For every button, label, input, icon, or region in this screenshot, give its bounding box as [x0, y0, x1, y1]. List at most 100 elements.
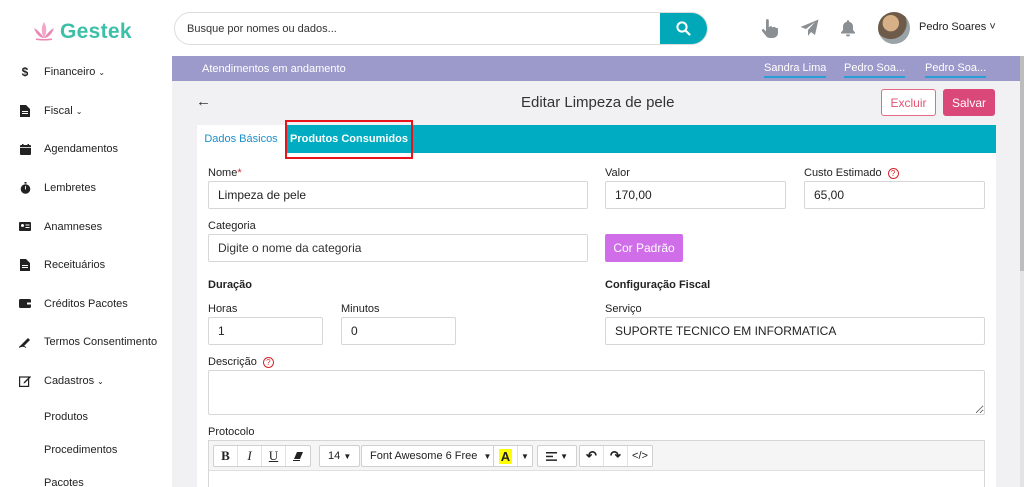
minutos-label: Minutos — [341, 303, 380, 315]
tab-dados-basicos[interactable]: Dados Básicos — [197, 125, 285, 153]
tab-produtos-consumidos[interactable]: Produtos Consumidos — [285, 125, 413, 153]
sidebar-subitem-procedimentos[interactable]: Procedimentos — [0, 433, 172, 466]
sidebar-item-label: Créditos Pacotes — [44, 297, 128, 310]
brand-logo[interactable]: Gestek — [30, 14, 132, 50]
undo-button[interactable]: ↶ — [580, 446, 604, 466]
page-scrollbar[interactable] — [1020, 56, 1024, 487]
font-family-dropdown[interactable]: Font Awesome 6 Free ▼ — [361, 445, 501, 467]
sidebar-item-fiscal[interactable]: Fiscal ⌄ — [0, 92, 172, 131]
bell-icon[interactable] — [838, 18, 858, 38]
brand-name: Gestek — [60, 20, 132, 43]
document-icon — [19, 104, 31, 117]
id-card-icon — [19, 221, 31, 233]
paragraph-dropdown[interactable]: ▼ — [537, 445, 577, 467]
redo-button[interactable]: ↷ — [604, 446, 628, 466]
hand-pointer-icon[interactable] — [759, 18, 779, 38]
eraser-button[interactable] — [286, 446, 310, 466]
custo-estimado-input[interactable] — [804, 181, 985, 209]
back-arrow-icon[interactable]: ← — [196, 93, 211, 110]
sidebar-item-receituarios[interactable]: Receituários — [0, 246, 172, 285]
sidebar-item-financeiro[interactable]: $ Financeiro ⌄ — [0, 53, 172, 92]
cor-padrao-button[interactable]: Cor Padrão — [605, 234, 683, 262]
history-group: ↶ ↷ </> — [579, 445, 653, 467]
search-button[interactable] — [660, 13, 707, 44]
custo-estimado-label: Custo Estimado? — [804, 167, 899, 179]
align-left-icon — [546, 451, 557, 461]
caret-down-icon: ▼ — [560, 451, 568, 461]
servico-label: Serviço — [605, 303, 642, 315]
horas-input[interactable] — [208, 317, 323, 345]
protocolo-editor[interactable]: B I U 14 ▼ Font Awesome 6 Free ▼ A ▼ ▼ ↶… — [208, 440, 985, 487]
appointment-tag[interactable]: Pedro Soa... — [844, 62, 906, 78]
search-box — [174, 12, 708, 45]
help-icon[interactable]: ? — [887, 167, 899, 179]
code-view-button[interactable]: </> — [628, 446, 652, 466]
nome-input[interactable] — [208, 181, 588, 209]
delete-button[interactable]: Excluir — [881, 89, 936, 116]
sidebar-subitem-label: Produtos — [44, 410, 89, 423]
minutos-input[interactable] — [341, 317, 456, 345]
nome-label: Nome* — [208, 167, 242, 179]
font-size-dropdown[interactable]: 14 ▼ — [319, 445, 361, 467]
sidebar-subitem-produtos[interactable]: Produtos — [0, 400, 172, 433]
ongoing-appointments-title: Atendimentos em andamento — [202, 63, 346, 75]
search-input[interactable] — [187, 13, 657, 44]
valor-input[interactable] — [605, 181, 786, 209]
form-card: Dados Básicos Produtos Consumidos — [197, 125, 996, 487]
categoria-input[interactable] — [208, 234, 588, 262]
sidebar-item-label: Lembretes — [44, 182, 96, 195]
help-icon[interactable]: ? — [262, 356, 274, 368]
ongoing-appointments-bar: Atendimentos em andamento Sandra Lima Pe… — [172, 56, 1020, 81]
text-color-button[interactable]: A — [494, 446, 518, 466]
editor-toolbar: B I U 14 ▼ Font Awesome 6 Free ▼ A ▼ ▼ ↶… — [209, 441, 984, 471]
appointment-tag[interactable]: Pedro Soa... — [925, 62, 987, 78]
sidebar-item-cadastros[interactable]: Cadastros ⌄ — [0, 362, 172, 401]
sidebar-item-lembretes[interactable]: Lembretes — [0, 169, 172, 208]
italic-button[interactable]: I — [238, 446, 262, 466]
wallet-icon — [19, 298, 31, 310]
sidebar-item-anamneses[interactable]: Anamneses — [0, 207, 172, 246]
page-title: Editar Limpeza de pele — [521, 94, 675, 111]
file-icon — [19, 259, 31, 272]
paper-plane-icon[interactable] — [799, 18, 819, 38]
bold-button[interactable]: B — [214, 446, 238, 466]
signature-icon — [19, 336, 31, 348]
caret-down-icon: ▼ — [343, 451, 352, 461]
underline-button[interactable]: U — [262, 446, 286, 466]
stopwatch-icon — [19, 182, 31, 194]
text-color-dropdown[interactable]: ▼ — [518, 446, 532, 466]
save-button[interactable]: Salvar — [943, 89, 995, 116]
font-family-value: Font Awesome 6 Free — [370, 450, 478, 462]
horas-label: Horas — [208, 303, 238, 315]
descricao-textarea[interactable] — [208, 370, 985, 415]
chevron-down-icon: ⌄ — [75, 106, 83, 116]
sidebar-subitem-pacotes[interactable]: Pacotes — [0, 466, 172, 487]
appointment-tag[interactable]: Sandra Lima — [764, 62, 827, 78]
redo-icon: ↷ — [610, 448, 621, 463]
user-avatar[interactable] — [878, 12, 910, 44]
sidebar: Gestek $ Financeiro ⌄ Fiscal ⌄ Agendamento… — [0, 0, 172, 487]
configuracao-fiscal-heading: Configuração Fiscal — [605, 279, 711, 291]
search-icon — [676, 21, 691, 36]
sidebar-item-label: Receituários — [44, 259, 106, 272]
sidebar-item-label: Fiscal — [44, 104, 73, 117]
sidebar-subitem-label: Pacotes — [44, 476, 84, 487]
tab-bar: Dados Básicos Produtos Consumidos — [197, 125, 996, 153]
caret-down-icon: ▼ — [521, 451, 529, 461]
duracao-heading: Duração — [208, 279, 253, 291]
sidebar-item-label: Cadastros — [44, 375, 95, 388]
protocolo-label: Protocolo — [208, 426, 255, 438]
sidebar-item-agendamentos[interactable]: Agendamentos — [0, 130, 172, 169]
user-menu[interactable]: Pedro Soares ˅ — [919, 21, 996, 33]
sidebar-subitem-label: Procedimentos — [44, 443, 118, 456]
servico-input[interactable] — [605, 317, 985, 345]
lotus-logo-icon — [34, 22, 54, 41]
sidebar-item-label: Agendamentos — [44, 143, 118, 156]
sidebar-item-label: Financeiro — [44, 66, 96, 79]
sidebar-item-termos-consentimento[interactable]: Termos Consentimento — [0, 323, 172, 362]
chevron-down-icon: ⌄ — [98, 68, 106, 78]
dollar-icon: $ — [21, 65, 29, 80]
sidebar-item-creditos-pacotes[interactable]: Créditos Pacotes — [0, 285, 172, 324]
scrollbar-thumb[interactable] — [1020, 56, 1024, 271]
sidebar-item-label: Termos Consentimento — [44, 336, 158, 349]
